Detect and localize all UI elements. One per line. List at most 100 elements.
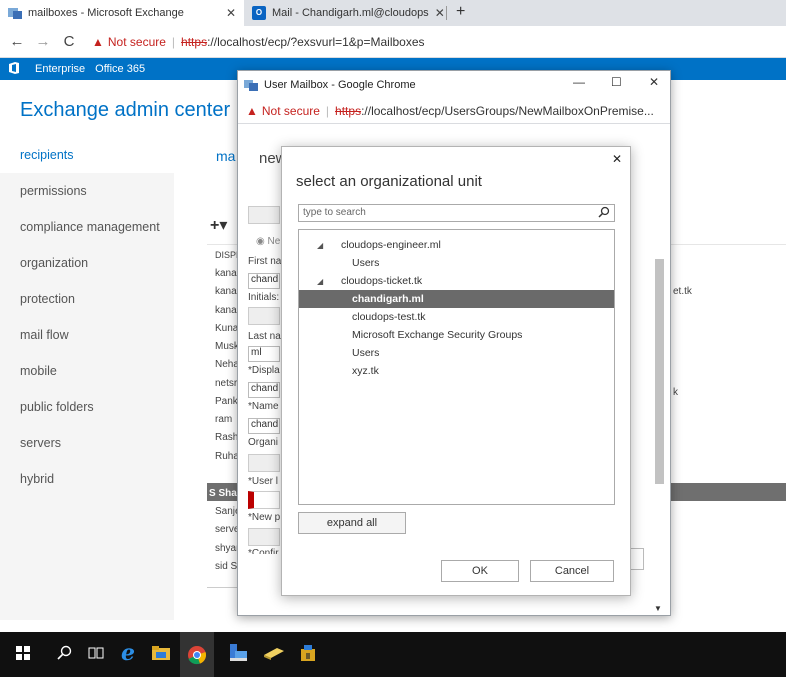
file-explorer-icon[interactable]: [149, 641, 173, 665]
list-item[interactable]: ram: [215, 414, 232, 425]
tab-divider: [446, 6, 447, 20]
field-label: *Confir: [248, 548, 279, 554]
nav-item-compliance[interactable]: compliance management: [20, 220, 160, 234]
office365-link[interactable]: Office 365: [95, 63, 145, 75]
chrome-icon[interactable]: [180, 632, 214, 677]
tree-node[interactable]: Microsoft Exchange Security Groups: [299, 326, 614, 344]
ou-browse-field[interactable]: [248, 206, 280, 224]
warning-icon: ▲: [246, 103, 258, 118]
add-icon[interactable]: +▾: [210, 215, 227, 235]
window-title: User Mailbox - Google Chrome: [264, 78, 416, 91]
list-item[interactable]: Musk: [215, 341, 239, 352]
user-logon-input[interactable]: [248, 491, 280, 509]
nav-item-public-folders[interactable]: public folders: [20, 400, 94, 414]
close-tab-icon[interactable]: ✕: [435, 6, 444, 20]
edge-icon[interactable]: e: [116, 640, 140, 666]
nav-item-recipients[interactable]: recipients: [20, 148, 74, 162]
list-item[interactable]: serve: [215, 524, 239, 535]
organizational-unit-input[interactable]: [248, 454, 280, 472]
first-name-input[interactable]: chand: [248, 273, 280, 289]
form-scrollbar-thumb[interactable]: [655, 259, 664, 484]
maximize-icon[interactable]: ☐: [611, 75, 622, 89]
name-input[interactable]: chand: [248, 418, 280, 434]
omnibox[interactable]: ▲ Not secure | https ://localhost/ecp/?e…: [92, 35, 425, 49]
office-logo-icon[interactable]: [9, 61, 25, 77]
enterprise-link[interactable]: Enterprise: [35, 63, 85, 75]
tree-node[interactable]: ◢ cloudops-engineer.ml: [299, 236, 614, 254]
list-item[interactable]: Pank: [215, 396, 238, 407]
divider: |: [171, 34, 176, 49]
list-fragment: et.tk: [673, 286, 692, 297]
nav-item-mail-flow[interactable]: mail flow: [20, 328, 69, 342]
server-manager-icon[interactable]: [226, 641, 250, 665]
search-icon[interactable]: [598, 206, 610, 218]
list-fragment: k: [673, 387, 678, 398]
tree-node-label: cloudops-ticket.tk: [341, 275, 423, 287]
tab-mailboxes[interactable]: mailboxes - Microsoft Exchange ✕: [0, 0, 244, 26]
field-label: *Name: [248, 401, 279, 412]
list-item[interactable]: sid Sl: [215, 561, 239, 572]
tab-mail[interactable]: O Mail - Chandigarh.ml@cloudops ✕: [244, 0, 444, 26]
last-name-input[interactable]: ml: [248, 346, 280, 362]
windows-start-icon[interactable]: [11, 641, 35, 665]
tree-node-label: Users: [352, 257, 380, 269]
field-label: First na: [248, 256, 282, 267]
left-navigation: recipients permissions compliance manage…: [0, 137, 174, 620]
exchange-toolbox-icon[interactable]: [296, 641, 320, 665]
ou-search-input[interactable]: type to search: [298, 204, 615, 222]
expand-all-button[interactable]: expand all: [298, 512, 406, 534]
list-item[interactable]: Ruha: [215, 451, 239, 462]
list-item[interactable]: kana: [215, 268, 237, 279]
list-item[interactable]: Rash: [215, 432, 238, 443]
new-tab-button[interactable]: +: [456, 3, 465, 21]
ok-button[interactable]: OK: [441, 560, 519, 582]
warning-icon: ▲: [92, 34, 104, 49]
search-icon[interactable]: [52, 641, 76, 665]
url-text: ://localhost/ecp/UsersGroups/NewMailboxO…: [361, 103, 654, 118]
list-item[interactable]: netsr: [215, 378, 237, 389]
tree-node[interactable]: ◢ cloudops-ticket.tk: [299, 272, 614, 290]
new-user-radio[interactable]: ◉ Ne: [256, 236, 280, 247]
task-view-icon[interactable]: [84, 641, 108, 665]
back-arrow-icon[interactable]: ←: [4, 33, 30, 50]
list-item-selected[interactable]: S Sha: [209, 488, 237, 499]
nav-item-permissions[interactable]: permissions: [20, 184, 87, 198]
tree-node[interactable]: xyz.tk: [299, 362, 614, 380]
new-password-input[interactable]: [248, 528, 280, 546]
collapse-triangle-icon[interactable]: ◢: [317, 241, 323, 250]
tree-node-label: cloudops-engineer.ml: [341, 239, 441, 251]
list-item[interactable]: Kuna: [215, 323, 238, 334]
list-item[interactable]: shyar: [215, 543, 239, 554]
list-item[interactable]: Neha: [215, 359, 239, 370]
list-item[interactable]: kana: [215, 305, 237, 316]
nav-item-mobile[interactable]: mobile: [20, 364, 57, 378]
tree-node[interactable]: Users: [299, 344, 614, 362]
nav-item-organization[interactable]: organization: [20, 256, 88, 270]
close-dialog-icon[interactable]: ✕: [612, 152, 622, 166]
list-item[interactable]: kana: [215, 286, 237, 297]
cancel-button[interactable]: Cancel: [530, 560, 614, 582]
close-tab-icon[interactable]: ✕: [226, 6, 236, 20]
field-label: *Displa: [248, 365, 280, 376]
tree-node[interactable]: cloudops-test.tk: [299, 308, 614, 326]
scroll-down-icon[interactable]: ▼: [654, 604, 662, 613]
initials-input[interactable]: [248, 307, 280, 325]
tree-node[interactable]: Users: [299, 254, 614, 272]
reload-icon[interactable]: C: [56, 33, 82, 50]
exchange-shell-icon[interactable]: [262, 641, 286, 665]
tree-node-label: cloudops-test.tk: [352, 311, 426, 323]
popup-address-bar[interactable]: ▲ Not secure | https ://localhost/ecp/Us…: [238, 98, 670, 124]
collapse-triangle-icon[interactable]: ◢: [317, 277, 323, 286]
minimize-icon[interactable]: —: [573, 75, 585, 89]
nav-item-hybrid[interactable]: hybrid: [20, 472, 54, 486]
close-window-icon[interactable]: ✕: [649, 75, 659, 89]
forward-arrow-icon[interactable]: →: [30, 33, 56, 50]
nav-item-protection[interactable]: protection: [20, 292, 75, 306]
radio-label: Ne: [267, 236, 281, 247]
tree-node-selected[interactable]: chandigarh.ml: [299, 290, 614, 308]
tree-node-label: Microsoft Exchange Security Groups: [352, 329, 523, 341]
nav-item-servers[interactable]: servers: [20, 436, 61, 450]
display-name-input[interactable]: chand: [248, 382, 280, 398]
not-secure-label: Not secure: [261, 103, 320, 118]
window-title-bar: User Mailbox - Google Chrome — ☐ ✕: [238, 71, 670, 98]
